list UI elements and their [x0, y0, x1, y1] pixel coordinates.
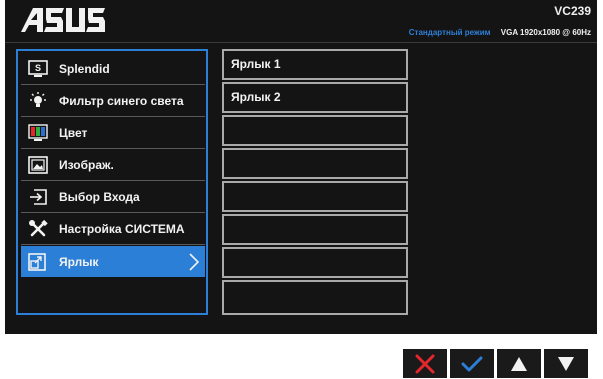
- menu-item-blue-light-filter[interactable]: Фильтр синего света: [21, 86, 205, 117]
- menu-item-label: Ярлык: [59, 254, 99, 269]
- close-icon: [415, 354, 435, 373]
- model-name: VC239: [554, 4, 591, 18]
- status-line: Стандартный режим VGA 1920x1080 @ 60Hz: [409, 28, 591, 37]
- main-menu: S Splendid Фильтр синего света Цвет Изоб…: [16, 49, 208, 315]
- chevron-right-icon: [189, 253, 200, 274]
- color-bars-icon: [27, 123, 49, 143]
- menu-item-shortcut[interactable]: Ярлык: [21, 246, 205, 277]
- submenu-item-empty: [222, 247, 408, 278]
- tools-icon: [27, 219, 49, 239]
- submenu-item-empty: [222, 115, 408, 146]
- menu-item-label: Изображ.: [59, 158, 114, 172]
- hotkey-bar: [403, 349, 588, 378]
- mode-label: Стандартный режим: [408, 28, 491, 37]
- submenu-item-shortcut-1[interactable]: Ярлык 1: [222, 49, 408, 80]
- menu-item-image[interactable]: Изображ.: [21, 150, 205, 181]
- submenu-item-empty: [222, 214, 408, 245]
- shortcut-icon: [27, 252, 49, 272]
- exit-button[interactable]: [403, 349, 447, 378]
- up-arrow-icon: [511, 356, 527, 371]
- picture-icon: [27, 155, 49, 175]
- submenu-item-empty: [222, 148, 408, 179]
- menu-item-label: Фильтр синего света: [59, 94, 184, 108]
- submenu-item-empty: [222, 280, 408, 315]
- splendid-s-icon: S: [27, 59, 49, 79]
- osd-panel: VC239 Стандартный режим VGA 1920x1080 @ …: [5, 0, 597, 334]
- bulb-icon: [27, 91, 49, 111]
- menu-item-empty: [21, 278, 205, 309]
- input-select-icon: [27, 187, 49, 207]
- menu-item-label: Настройка СИСТЕМА: [59, 222, 185, 236]
- menu-item-system-setup[interactable]: Настройка СИСТЕМА: [21, 214, 205, 245]
- confirm-button[interactable]: [450, 349, 494, 378]
- menu-item-input-select[interactable]: Выбор Входа: [21, 182, 205, 213]
- header-divider: [5, 42, 597, 43]
- signal-info: VGA 1920x1080 @ 60Hz: [500, 28, 591, 37]
- down-arrow-icon: [558, 356, 574, 371]
- submenu: Ярлык 1 Ярлык 2: [222, 49, 408, 315]
- submenu-item-empty: [222, 181, 408, 212]
- menu-item-color[interactable]: Цвет: [21, 118, 205, 149]
- up-button[interactable]: [497, 349, 541, 378]
- down-button[interactable]: [544, 349, 588, 378]
- menu-item-label: Выбор Входа: [59, 190, 140, 204]
- submenu-item-shortcut-2[interactable]: Ярлык 2: [222, 82, 408, 113]
- menu-item-splendid[interactable]: S Splendid: [21, 54, 205, 85]
- asus-logo: [21, 8, 105, 32]
- check-icon: [461, 356, 483, 371]
- svg-text:S: S: [35, 63, 41, 73]
- menu-item-label: Цвет: [59, 126, 88, 140]
- menu-item-label: Splendid: [59, 62, 110, 76]
